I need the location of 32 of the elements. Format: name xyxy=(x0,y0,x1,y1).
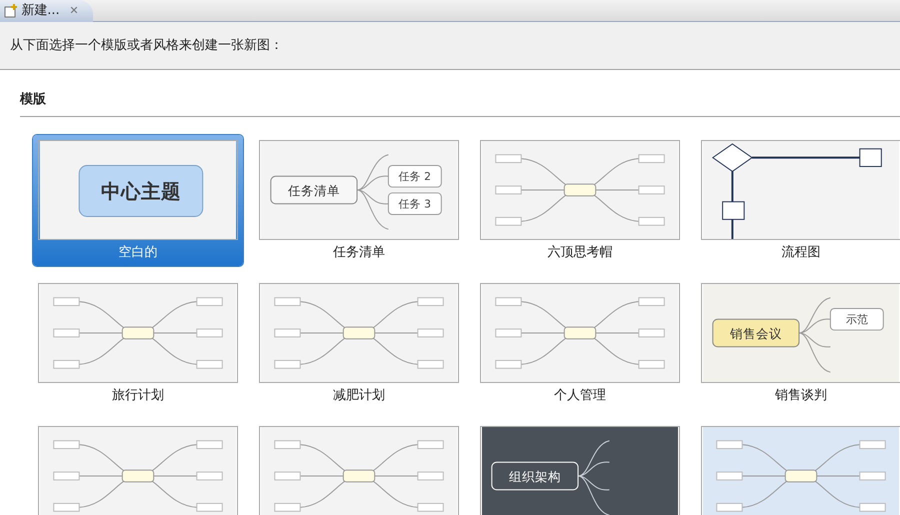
subtopic-label: 任务 2 xyxy=(398,170,431,183)
template-label: 销售谈判 xyxy=(775,386,827,404)
template-label: 减肥计划 xyxy=(333,386,385,404)
template-label: 旅行计划 xyxy=(112,386,164,404)
subtopic-label: 示范 xyxy=(846,312,868,326)
template-card[interactable]: 销售会议 示范 销售谈判 xyxy=(696,278,900,408)
central-topic: 任务清单 xyxy=(288,183,340,198)
template-label: 六顶思考帽 xyxy=(548,244,612,262)
editor-tab[interactable]: 新建... ✕ xyxy=(0,0,93,22)
template-label: 个人管理 xyxy=(554,386,606,404)
template-card[interactable]: 流程图 xyxy=(696,134,900,266)
tab-title: 新建... xyxy=(21,2,60,20)
template-card[interactable]: 个人管理 xyxy=(475,278,685,408)
template-card[interactable]: 减肥计划 xyxy=(254,278,464,408)
subtopic-box xyxy=(388,192,442,214)
template-card[interactable]: 六顶思考帽 xyxy=(475,134,685,266)
template-card[interactable]: 任务清单 任务 2 任务 3 任务清单 xyxy=(254,134,464,266)
template-card[interactable]: 旅行计划 xyxy=(33,278,243,408)
subtopic-box xyxy=(830,308,884,330)
document-icon xyxy=(4,4,18,18)
central-topic: 中心主题 xyxy=(100,179,181,202)
subtopic-label: 任务 3 xyxy=(398,197,431,210)
template-card[interactable]: 组织架构 xyxy=(475,420,685,515)
template-label: 任务清单 xyxy=(333,244,385,262)
instruction-text: 从下面选择一个模版或者风格来创建一张新图： xyxy=(10,36,283,55)
central-topic: 销售会议 xyxy=(730,326,782,342)
template-card[interactable]: 中心主题 空白的 xyxy=(33,134,243,266)
template-label: 空白的 xyxy=(118,244,158,262)
template-label: 流程图 xyxy=(782,244,820,262)
section-title: 模版 xyxy=(20,91,47,109)
subtopic-box xyxy=(388,164,442,188)
central-topic: 组织架构 xyxy=(508,469,561,484)
